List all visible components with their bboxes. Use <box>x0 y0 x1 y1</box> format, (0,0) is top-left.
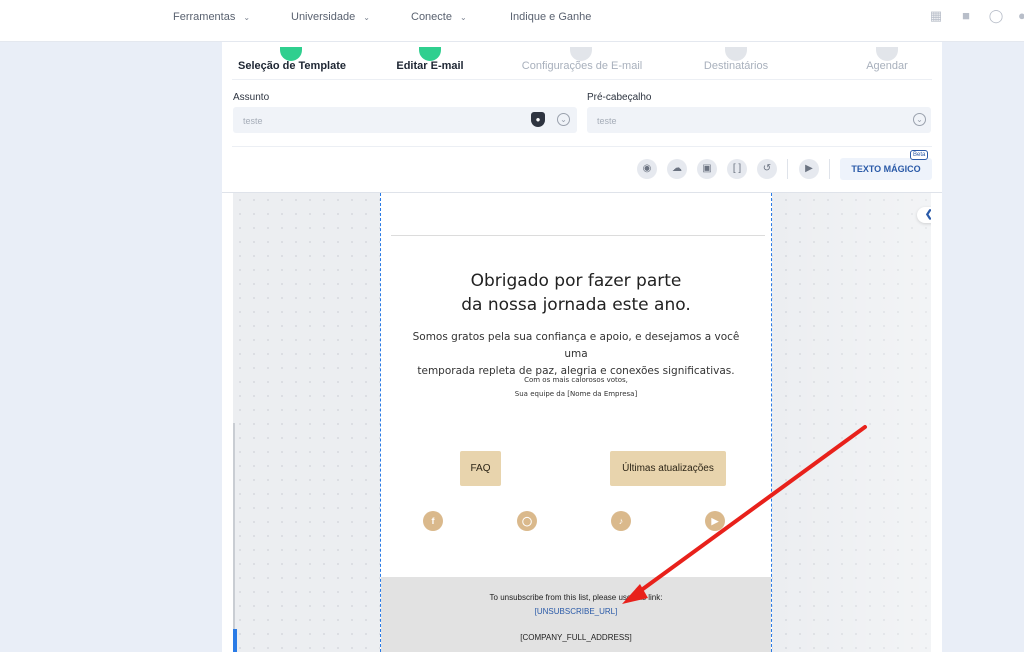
chevron-down-icon: ⌄ <box>459 12 467 22</box>
preview-window-icon[interactable]: ▣ <box>697 159 717 179</box>
nav-indique-e-ganhe[interactable]: Indique e Ganhe <box>510 11 591 23</box>
collapse-sidebar-button[interactable]: ❮ <box>917 207 931 223</box>
subject-input[interactable]: teste ● ⌄ <box>233 107 577 133</box>
step-pending-icon <box>570 47 592 61</box>
chevron-down-icon: ⌄ <box>363 12 370 22</box>
user-icon[interactable]: ● <box>1018 9 1024 23</box>
editor-panel: Seleção de Template Editar E-mail Config… <box>222 42 942 652</box>
nav-universidade[interactable]: Universidade ⌄ <box>291 11 370 23</box>
tiktok-icon[interactable]: ♪ <box>611 511 631 531</box>
video-icon[interactable]: ■ <box>958 9 974 23</box>
book-icon[interactable]: ▦ <box>928 9 944 23</box>
step-edit-email[interactable]: Editar E-mail <box>392 47 468 72</box>
faq-button[interactable]: FAQ <box>460 451 501 486</box>
step-template-selection[interactable]: Seleção de Template <box>236 47 348 72</box>
unsubscribe-link[interactable]: [UNSUBSCRIBE_URL] <box>381 607 771 616</box>
email-signature[interactable]: Com os mais calorosos votos, Sua equipe … <box>381 373 771 401</box>
step-current-icon <box>419 47 441 61</box>
instagram-icon[interactable]: ◯ <box>517 511 537 531</box>
nav-icon-group: ▦ ■ ◯ ● <box>928 9 1024 23</box>
toolbar-separator <box>829 159 830 179</box>
fields-divider <box>232 146 932 147</box>
canvas-left-edge <box>233 423 235 633</box>
preheader-input[interactable]: teste ⌄ <box>587 107 931 133</box>
step-email-settings[interactable]: Configurações de E-mail <box>518 47 646 72</box>
email-title[interactable]: Obrigado por fazer parte da nossa jornad… <box>381 269 771 317</box>
step-pending-icon <box>725 47 747 61</box>
youtube-icon[interactable]: ▶ <box>705 511 725 531</box>
send-test-icon[interactable]: ▶ <box>799 159 819 179</box>
cloud-icon[interactable]: ☁ <box>667 159 687 179</box>
preheader-label: Pré-cabeçalho <box>587 92 652 103</box>
email-divider <box>391 235 765 236</box>
latest-updates-button[interactable]: Últimas atualizações <box>610 451 726 486</box>
history-icon[interactable]: ↺ <box>757 159 777 179</box>
canvas-scrollbar[interactable] <box>233 629 237 652</box>
subject-label: Assunto <box>233 92 270 103</box>
headset-icon[interactable]: ◯ <box>988 9 1004 23</box>
personalization-shield-icon[interactable]: ● <box>531 112 545 127</box>
code-brackets-icon[interactable]: [ ] <box>727 159 747 179</box>
nav-conecte[interactable]: Conecte ⌄ <box>411 11 467 23</box>
toolbar-separator <box>787 159 788 179</box>
emoji-icon[interactable]: ⌄ <box>557 113 570 126</box>
beta-badge: Beta <box>910 150 929 160</box>
unsubscribe-text: To unsubscribe from this list, please us… <box>489 593 663 602</box>
facebook-icon[interactable]: f <box>423 511 443 531</box>
emoji-icon[interactable]: ⌄ <box>913 113 926 126</box>
email-preview[interactable]: Obrigado por fazer parte da nossa jornad… <box>380 193 772 652</box>
step-done-icon <box>280 47 302 61</box>
nav-ferramentas[interactable]: Ferramentas ⌄ <box>173 11 250 23</box>
magic-text-button[interactable]: TEXTO MÁGICO <box>840 158 932 180</box>
canvas-shade <box>771 193 931 652</box>
top-navigation: Ferramentas ⌄ Universidade ⌄ Conecte ⌄ Indi… <box>0 0 1024 42</box>
steps-divider <box>232 79 932 80</box>
step-pending-icon <box>876 47 898 61</box>
email-footer[interactable]: To unsubscribe from this list, please us… <box>381 577 771 652</box>
step-schedule[interactable]: Agendar <box>864 47 910 72</box>
globe-icon[interactable]: ◉ <box>637 159 657 179</box>
company-address: [COMPANY_FULL_ADDRESS] <box>520 633 632 642</box>
step-recipients[interactable]: Destinatários <box>700 47 772 72</box>
chevron-down-icon: ⌄ <box>243 12 251 22</box>
email-canvas: ❮ Obrigado por fazer parte da nossa jorn… <box>233 193 931 652</box>
